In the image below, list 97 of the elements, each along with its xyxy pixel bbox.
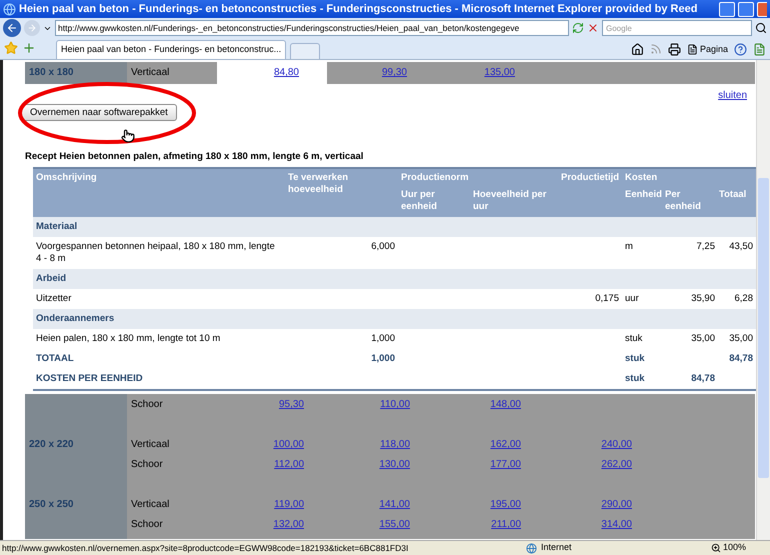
table-cell: uur xyxy=(625,293,639,304)
orientation-label: Verticaal xyxy=(131,67,170,78)
table-cell: stuk xyxy=(625,353,645,364)
zoom-icon[interactable] xyxy=(710,543,721,553)
price-link[interactable]: 110,00 xyxy=(380,399,410,410)
orientation-label: Schoor xyxy=(131,459,163,470)
print-icon[interactable] xyxy=(668,42,681,56)
zoom-level[interactable]: 100% xyxy=(722,541,746,555)
table-cell: 6,000 xyxy=(371,241,395,252)
table-cell: TOTAAL xyxy=(36,353,74,364)
research-icon[interactable] xyxy=(753,42,766,56)
orientation-label: Verticaal xyxy=(131,499,170,510)
column-header: Productietijd xyxy=(561,172,620,183)
price-link[interactable]: 314,00 xyxy=(601,519,632,530)
table-cell: 84,78 xyxy=(729,353,753,364)
maximize-button[interactable] xyxy=(738,2,754,16)
price-link[interactable]: 141,00 xyxy=(379,499,410,510)
column-header: Omschrijving xyxy=(36,172,97,183)
price-link[interactable]: 162,00 xyxy=(490,439,521,450)
orientation-label: Schoor xyxy=(131,399,163,410)
table-cell: 7,25 xyxy=(696,241,715,252)
price-link[interactable]: 112,00 xyxy=(274,459,304,470)
table-cell: 1,000 xyxy=(371,353,395,364)
internet-zone-icon xyxy=(526,542,537,554)
hand-cursor-icon xyxy=(121,128,135,144)
column-header: Eenheid xyxy=(625,189,662,200)
column-header: Kosten xyxy=(625,172,658,183)
search-icon[interactable] xyxy=(755,22,767,34)
price-link[interactable]: 195,00 xyxy=(490,499,521,510)
status-url: http://www.gwwkosten.nl/overnemen.aspx?site=8productcode=EGWW98code=182193&ticket=6BC881FD3I xyxy=(1,542,410,554)
home-icon[interactable] xyxy=(630,42,644,56)
browser-icon xyxy=(3,2,16,16)
table-cell: m xyxy=(625,241,633,252)
price-link[interactable]: 95,30 xyxy=(278,399,304,410)
page-menu-button[interactable]: Pagina xyxy=(686,42,728,56)
price-link[interactable]: 132,00 xyxy=(273,519,304,530)
size-label: 220 x 220 xyxy=(29,439,74,450)
section-heading: Arbeid xyxy=(35,273,68,285)
table-cell: stuk xyxy=(625,333,642,344)
window-title: Heien paal van beton - Funderings- en betonconstructies - Funderingsconstructies - Microsoft Internet Explorer provided by Reed xyxy=(19,2,698,17)
column-header: Hoeveelheid per uur xyxy=(473,189,546,212)
transfer-button[interactable]: Overnemen naar softwarepakket xyxy=(21,104,177,121)
forward-arrow-icon xyxy=(27,23,37,33)
close-link[interactable]: sluiten xyxy=(718,90,747,102)
table-cell: Uitzetter xyxy=(36,293,72,304)
table-cell: 35,00 xyxy=(729,333,753,344)
back-arrow-icon xyxy=(6,22,18,34)
table-cell: 84,78 xyxy=(691,373,715,384)
orientation-label: Schoor xyxy=(131,519,163,530)
column-header: Te verwerken hoeveelheid xyxy=(288,172,348,195)
price-link[interactable]: 290,00 xyxy=(601,499,632,510)
table-cell: KOSTEN PER EENHEID xyxy=(36,373,143,384)
table-cell: 1,000 xyxy=(371,333,395,344)
browser-tab[interactable]: Heien paal van beton - Funderings- en betonconstruc... xyxy=(56,40,286,59)
table-cell: 6,28 xyxy=(734,293,753,304)
price-link[interactable]: 155,00 xyxy=(379,519,410,530)
orientation-label: Verticaal xyxy=(131,439,170,450)
page-icon xyxy=(686,44,698,55)
column-header: Totaal xyxy=(719,189,746,200)
stop-icon[interactable] xyxy=(587,22,599,34)
price-link[interactable]: 262,00 xyxy=(601,459,632,470)
price-link[interactable]: 84,80 xyxy=(274,67,299,79)
price-link[interactable]: 211,00 xyxy=(491,519,521,530)
search-field[interactable]: Google xyxy=(602,20,752,36)
table-cell: 35,90 xyxy=(691,293,715,304)
back-button[interactable] xyxy=(3,19,21,37)
refresh-icon[interactable] xyxy=(572,22,584,34)
price-link[interactable]: 100,00 xyxy=(273,439,304,450)
add-favorite-icon[interactable] xyxy=(22,41,36,55)
price-link[interactable]: 240,00 xyxy=(601,439,632,450)
scrollbar[interactable] xyxy=(756,60,770,540)
size-label: 250 x 250 xyxy=(29,499,74,510)
table-cell: 35,00 xyxy=(691,333,715,344)
help-icon[interactable] xyxy=(734,42,747,56)
close-button[interactable] xyxy=(757,2,767,16)
price-link[interactable]: 119,00 xyxy=(274,499,304,510)
price-link[interactable]: 99,30 xyxy=(382,67,407,79)
price-link[interactable]: 135,00 xyxy=(484,67,515,79)
table-cell: stuk xyxy=(625,373,645,384)
recipe-title: Recept Heien betonnen palen, afmeting 180 x 180 mm, lengte 6 m, verticaal xyxy=(25,151,364,162)
table-cell: 0,175 xyxy=(595,293,619,304)
price-link[interactable]: 130,00 xyxy=(379,459,410,470)
price-link[interactable]: 148,00 xyxy=(490,399,521,410)
column-header: Productienorm xyxy=(401,172,469,183)
minimize-button[interactable] xyxy=(719,2,735,16)
column-header: Per eenheid xyxy=(665,189,701,212)
size-label: 180 x 180 xyxy=(29,67,74,79)
price-link[interactable]: 177,00 xyxy=(490,459,521,470)
column-header: Uur per eenheid xyxy=(401,189,437,212)
zone-label: Internet xyxy=(540,541,572,554)
table-cell: 43,50 xyxy=(729,241,753,252)
table-cell: Voorgespannen betonnen heipaal, 180 x 180 mm, lengte 4 - 8 m xyxy=(36,241,275,264)
table-cell: Heien palen, 180 x 180 mm, lengte tot 10 m xyxy=(36,333,220,344)
section-heading: Materiaal xyxy=(35,221,78,233)
address-field[interactable]: http://www.gwwkosten.nl/Funderings-_en_betonconstructies/Funderingsconstructies/Heien_paal_van_beton/kostengegeve xyxy=(55,20,569,36)
section-heading: Onderaannemers xyxy=(35,313,116,325)
price-link[interactable]: 118,00 xyxy=(380,439,410,450)
